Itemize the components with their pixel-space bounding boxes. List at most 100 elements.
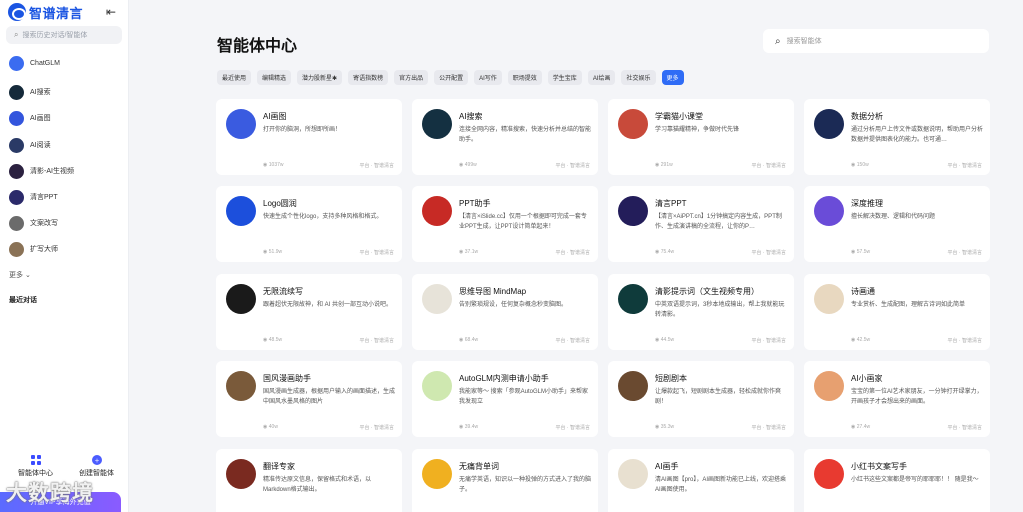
sidebar-item-icon — [9, 189, 24, 205]
agent-description: 宝宝的第一位AI艺术家朋友，一分钟打开绿掌力，开画孩子才会想出来的画面。 — [851, 389, 983, 405]
agent-author: 平台 · 智谱清言 — [751, 163, 786, 169]
agent-name: 深度推理 — [851, 199, 883, 208]
agent-publisher-label: 智谱清言 — [569, 338, 590, 344]
agent-platform-label: 平台 — [947, 425, 958, 431]
category-tab[interactable]: AI绘画 — [587, 70, 616, 85]
category-tab[interactable]: 编辑精选 — [257, 70, 292, 85]
agent-platform-label: 平台 — [947, 163, 958, 169]
category-tab[interactable]: 最近使用 — [217, 70, 252, 85]
sidebar-more-button[interactable]: 更多 ⌄ — [9, 270, 31, 280]
agent-center-button[interactable]: 智能体中心 — [8, 455, 63, 481]
sidebar-item-label: AI阅读 — [30, 142, 51, 149]
agent-usage-count: ◉ 35.3w — [655, 424, 675, 430]
agent-usage-count: ◉ 499w — [459, 162, 477, 168]
agent-card[interactable]: 翻译专家 精准传达原文信息，保留格式和术语，以Markdown格式输出。 — [216, 449, 402, 512]
agent-card[interactable]: 清言PPT 【清言×AiPPT.cn】1分钟搞定内容生成，PPT制作、生成演讲稿的… — [608, 186, 794, 262]
usage-count-value: 42.5w — [856, 337, 871, 343]
agent-card[interactable]: 无限流续写 跟着超伏无限故神，和 AI 共创一部互动小说吧。 ◉ 48.5w 平台 ·… — [216, 274, 402, 350]
agent-card[interactable]: 学霸猫小课堂 学习靠猫耀精神，争做时代先锋 ◉ 291w 平台 · 智谱清言 — [608, 99, 794, 175]
agent-card[interactable]: AI画图 打开你的脑洞，所想即所画！ ◉ 1037w 平台 · 智谱清言 — [216, 99, 402, 175]
search-icon: ⌕ — [775, 35, 781, 47]
category-tab[interactable]: AI写作 — [474, 70, 502, 85]
agent-search-input[interactable]: ⌕ 搜索智能体 — [763, 29, 989, 53]
agent-name: 短剧剧本 — [655, 374, 687, 383]
category-tab[interactable]: 职场提效 — [507, 70, 542, 85]
category-tab[interactable]: 寄语指数榜 — [348, 70, 389, 85]
agent-name: 翻译专家 — [263, 462, 295, 471]
history-search-input[interactable]: ⌕ 搜索历史对话/智能体 — [6, 26, 122, 44]
agent-description: 【清言×iSlide.cc】仅用一个根据即可完成一套专业PPT生成，让PPT设计… — [459, 214, 587, 230]
agent-description: 让爆款起飞，短剧剧本生成器，轻松成就你作爽剧！ — [655, 389, 782, 405]
agent-search-placeholder: 搜索智能体 — [786, 38, 822, 45]
app-logo[interactable]: 智谱清言 — [8, 3, 83, 21]
agent-platform-label: 平台 — [751, 250, 762, 256]
agent-avatar-icon — [618, 196, 648, 226]
vip-banner[interactable]: 开通VIP享海外充值 — [0, 492, 121, 512]
usage-count-value: 39.4w — [464, 424, 479, 430]
agent-author: 平台 · 智谱清言 — [359, 425, 394, 431]
agent-platform-label: 平台 — [359, 338, 370, 344]
agent-avatar-icon — [422, 284, 452, 314]
sidebar-item[interactable]: 清言PPT — [9, 188, 58, 206]
sidebar-item[interactable]: 文案改写 — [9, 214, 58, 232]
agent-description: 中英双语提示词，3秒本地成输出，帮上我就能玩转清影。 — [655, 302, 785, 318]
usage-count-value: 68.4w — [464, 337, 479, 343]
agent-platform-label: 平台 — [359, 250, 370, 256]
agent-avatar-icon — [814, 284, 844, 314]
agent-card[interactable]: AI小画家宝宝的第一位AI艺术家朋友，一分钟打开绿掌力，开画孩子才会想出来的画面… — [804, 361, 990, 437]
collapse-sidebar-icon[interactable]: ⇤ — [106, 5, 116, 19]
agent-card[interactable]: Logo圆润 快速生成个性化logo，支持多种风格和格式。 ◉ 51.9w 平台 · … — [216, 186, 402, 262]
agent-description: 学习靠猫耀精神，争做时代先锋 — [655, 127, 740, 133]
sidebar-item[interactable]: AI搜索 — [9, 83, 51, 101]
agent-usage-count: ◉ 291w — [655, 162, 673, 168]
agent-card[interactable]: AI搜索 连接全网内容，精准搜索，快速分析并总结的智能助手。 ◉ 499w 平台 · … — [412, 99, 598, 175]
create-agent-button[interactable]: + 创建智能体 — [69, 455, 124, 481]
logo-icon — [8, 3, 26, 21]
sidebar-item[interactable]: 清影-AI生视频 — [9, 162, 74, 180]
category-tab[interactable]: 更多 — [661, 70, 684, 85]
category-tab[interactable]: 社交娱乐 — [621, 70, 656, 85]
agent-card[interactable]: 深度推理 擅长解决数理、逻辑和代码问题 ◉ 57.5w 平台 · 智谱清言 — [804, 186, 990, 262]
agent-card[interactable]: PPT助手 【清言×iSlide.cc】仅用一个根据即可完成一套专业PPT生成，让… — [412, 186, 598, 262]
logo-text: 智谱清言 — [29, 5, 84, 21]
agent-card[interactable]: 国风漫画助手 国风漫画生成器，根据用户输入的画面描述，生成中国风水墨风格的图片 ◉ … — [216, 361, 402, 437]
sidebar-item[interactable]: AI画图 — [9, 109, 51, 127]
agent-name: AI画图 — [263, 112, 287, 121]
agent-card[interactable]: 短剧剧本让爆款起飞，短剧剧本生成器，轻松成就你作爽剧！ ◉ 35.3w 平台 · 智… — [608, 361, 794, 437]
sidebar-item-label: 清言PPT — [30, 194, 58, 201]
agent-name: AutoGLM内测申请小助手 — [459, 374, 549, 383]
agent-card[interactable]: AutoGLM内测申请小助手 我能家等～ 搜索「参观AutoGLM小助手」来帮家我… — [412, 361, 598, 437]
sidebar-item[interactable]: 扩写大师 — [9, 240, 58, 258]
category-tab[interactable]: 学生宝库 — [547, 70, 582, 85]
category-tab[interactable]: 潜力股新星✱ — [297, 70, 343, 85]
agent-author: 平台 · 智谱清言 — [359, 250, 394, 256]
agent-avatar-icon — [618, 459, 648, 489]
recent-conversations-label: 最近对话 — [9, 297, 37, 304]
usage-count-value: 75.4w — [660, 249, 675, 255]
sidebar: 智谱清言 ⇤ ⌕ 搜索历史对话/智能体 ChatGLM AI搜索 AI画图 AI阅读清… — [0, 0, 129, 512]
agent-name: 清影提示词（文生视频专用） — [655, 287, 759, 296]
agent-name: 无限流续写 — [263, 287, 303, 296]
category-tab[interactable]: 官方出品 — [394, 70, 429, 85]
usage-count-value: 499w — [464, 162, 477, 168]
agent-card[interactable]: 数据分析 通过分析用户上传文件或数据说明，帮助用户分析数据并提供图表化的能力。也可… — [804, 99, 990, 175]
agent-card[interactable]: 思维导图 MindMap 告别繁琐规设，任何复杂概念秒变脑图。 ◉ 68.4w 平台 … — [412, 274, 598, 350]
usage-count-value: 27.4w — [856, 424, 871, 430]
agent-usage-count: ◉ 42.5w — [851, 337, 871, 343]
agent-usage-count: ◉ 27.4w — [851, 424, 871, 430]
agent-card[interactable]: 无痛背单词 无痛学英语，知识以一种投弹的方式进入了我的脑子。 — [412, 449, 598, 512]
agent-card[interactable]: 诗画通 专业赏析、生成配图，理解古诗词如此简单 ◉ 42.5w 平台 · 智谱清言 — [804, 274, 990, 350]
agent-card[interactable]: 清影提示词（文生视频专用） 中英双语提示词，3秒本地成输出，帮上我就能玩转清影。 ◉… — [608, 274, 794, 350]
agent-author: 平台 · 智谱清言 — [751, 425, 786, 431]
agent-card[interactable]: AI画手 清AI画图【pro】，AI画图新功能已上线，欢迎搭乘AI画图使用。 — [608, 449, 794, 512]
agent-usage-count: ◉ 75.4w — [655, 249, 675, 255]
category-tab[interactable]: 公开配置 — [434, 70, 469, 85]
sidebar-item[interactable]: AI阅读 — [9, 136, 51, 154]
agent-name: AI画手 — [655, 462, 679, 471]
sidebar-item-label: AI画图 — [30, 115, 51, 122]
sidebar-item[interactable]: ChatGLM — [9, 54, 60, 72]
agent-description: 打开你的脑洞，所想即所画！ — [263, 127, 342, 133]
agent-card[interactable]: 小红书文案写手 小红书这些文案都是帝写的耶耶耶！！ 随是我～ — [804, 449, 990, 512]
agent-name: AI小画家 — [851, 374, 883, 383]
agent-author: 平台 · 智谱清言 — [947, 425, 982, 431]
